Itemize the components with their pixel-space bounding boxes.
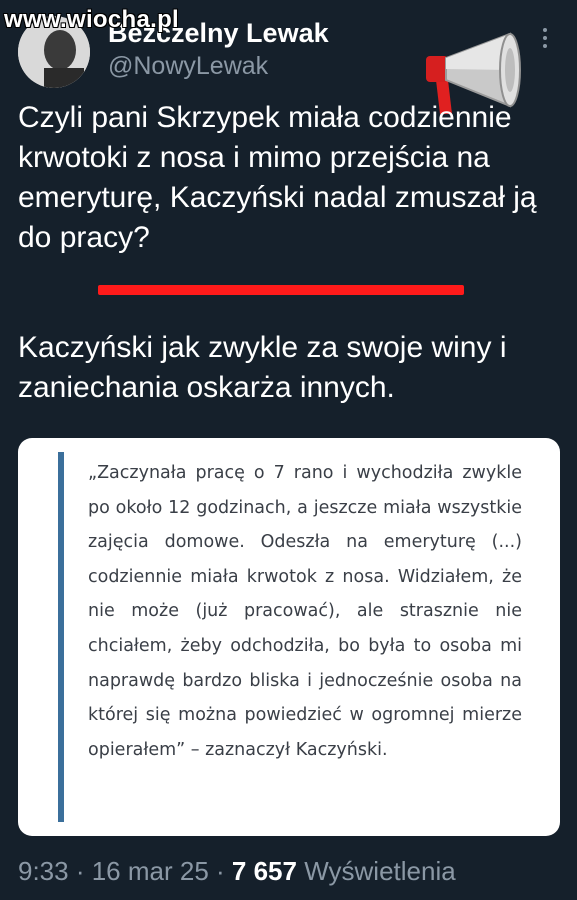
views-label: Wyświetlenia xyxy=(296,856,456,886)
meta-separator: · xyxy=(208,856,232,886)
quote-text: „Zaczynała pracę o 7 rano i wychodziła z… xyxy=(88,463,522,760)
tweet-paragraph-2: Kaczyński jak zwykle za swoje winy i zan… xyxy=(18,331,507,404)
tweet-paragraph-1: Czyli pani Skrzypek miała codziennie krw… xyxy=(18,101,537,254)
tweet-meta: 9:33 · 16 mar 25 · 7 657 Wyświetlenia xyxy=(18,856,456,887)
quote-bar xyxy=(58,452,64,822)
more-vertical-icon[interactable] xyxy=(538,24,552,54)
views-count[interactable]: 7 657 xyxy=(232,856,297,886)
tweet-date[interactable]: 16 mar 25 xyxy=(92,856,209,886)
tweet-time[interactable]: 9:33 xyxy=(18,856,69,886)
red-underline xyxy=(98,285,464,295)
author-handle[interactable]: @NowyLewak xyxy=(108,52,268,81)
watermark: www.wiocha.pl xyxy=(4,6,180,33)
quote-image[interactable]: „Zaczynała pracę o 7 rano i wychodziła z… xyxy=(18,438,560,836)
tweet-text: Czyli pani Skrzypek miała codziennie krw… xyxy=(18,98,566,258)
meta-separator: · xyxy=(68,856,92,886)
